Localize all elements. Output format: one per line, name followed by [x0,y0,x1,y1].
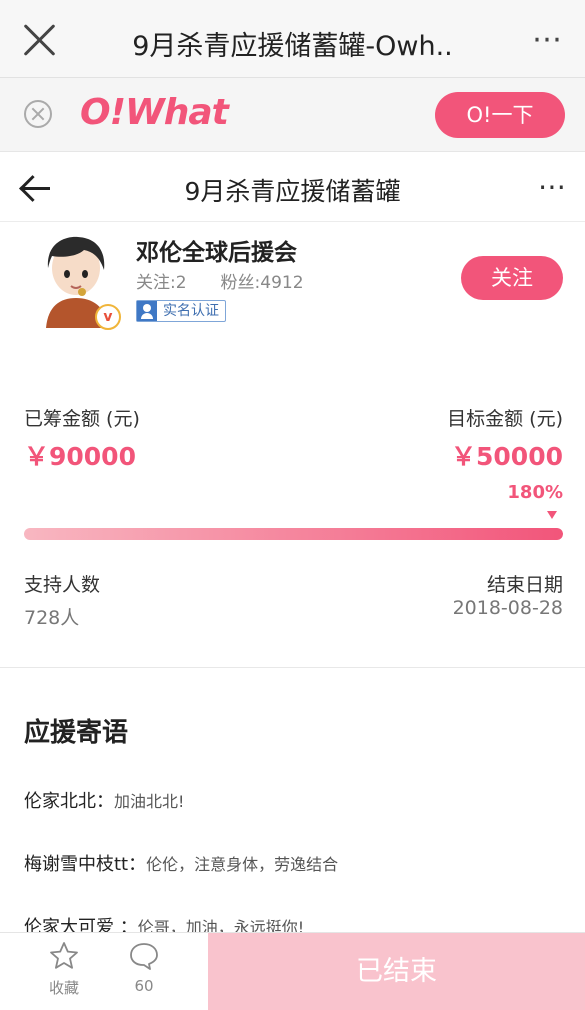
comment-icon [130,943,158,970]
profile-stats: 关注:2 粉丝:4912 [136,268,304,293]
open-app-button[interactable]: O!一下 [435,92,565,138]
message-text: 加油北北! [114,792,185,811]
end-date-label: 结束日期 [486,574,563,596]
follow-button[interactable]: 关注 [461,256,563,300]
fans-count: 粉丝:4912 [220,273,304,293]
favorite-button[interactable]: 收藏 [32,941,96,998]
page-title: 9月杀青应援储蓄罐 [184,177,401,206]
more-options-icon[interactable]: ⋯ [532,22,563,57]
section-divider [0,667,585,668]
close-icon[interactable] [22,22,58,58]
message-item: 梅谢雪中枝tt：伦伦，注意身体，劳逸结合 [24,850,338,876]
favorite-label: 收藏 [48,979,79,997]
bottom-action-bar: 收藏 60 已结束 [0,932,585,1010]
message-text: 伦伦，注意身体，劳逸结合 [146,855,339,874]
progress-fill [24,528,563,540]
vip-badge-icon: v [95,304,121,330]
owhat-logo: O!What [80,92,229,133]
browser-top-bar: 9月杀青应援储蓄罐-Owh.. ⋯ [0,0,585,78]
supporters-value: 728人 [24,607,80,629]
star-icon [50,942,78,969]
banner-close-icon[interactable] [24,100,52,128]
message-item: 伦家北北：加油北北! [24,787,184,813]
browser-title: 9月杀青应援储蓄罐-Owh.. [132,31,453,62]
id-card-icon [137,301,157,321]
end-date-value: 2018-08-28 [452,597,563,619]
page-header: 9月杀青应援储蓄罐 ⋯ [0,152,585,222]
organization-name: 邓伦全球后援会 [136,240,297,266]
realname-verified-badge: 实名认证 [136,300,226,322]
progress-marker-icon [547,511,557,519]
comment-count: 60 [134,977,154,995]
ended-status-button[interactable]: 已结束 [208,933,585,1010]
target-amount-value: ￥50000 [451,442,563,471]
page-more-icon[interactable]: ⋯ [538,170,567,203]
comments-button[interactable]: 60 [112,941,176,995]
progress-bar [24,528,563,540]
progress-percent: 180% [507,482,563,503]
messages-section-title: 应援寄语 [24,718,129,748]
verified-badge-label: 实名认证 [163,303,219,319]
app-promo-banner: O!What O!一下 [0,78,585,152]
supporters-label: 支持人数 [24,574,101,596]
raised-amount-label: 已筹金额 (元) [24,408,140,430]
message-author: 伦家北北： [24,791,114,812]
raised-amount-value: ￥90000 [24,442,136,471]
message-author: 梅谢雪中枝tt： [24,854,147,875]
target-amount-label: 目标金额 (元) [447,408,563,430]
following-count: 关注:2 [136,273,187,293]
